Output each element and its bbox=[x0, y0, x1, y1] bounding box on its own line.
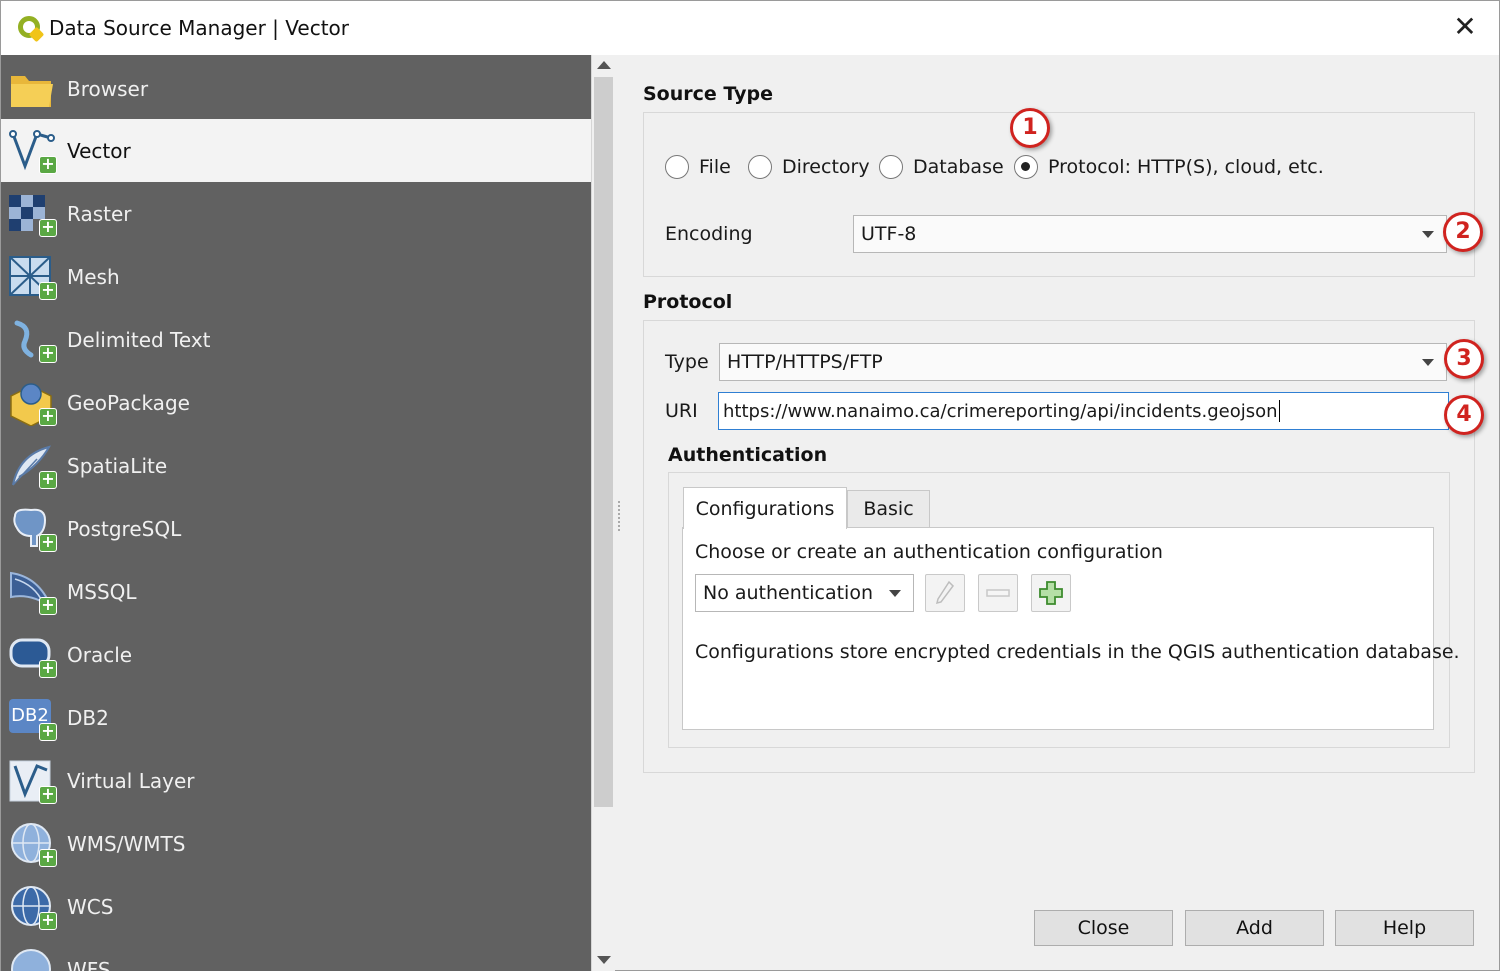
add-button[interactable]: Add bbox=[1185, 910, 1324, 946]
window-title: Data Source Manager | Vector bbox=[49, 16, 350, 40]
dialog-window: Data Source Manager | Vector ✕ Browser +… bbox=[0, 0, 1500, 971]
folder-icon bbox=[7, 66, 57, 112]
radio-circle bbox=[879, 155, 903, 179]
callout-badge-3: 3 bbox=[1444, 339, 1484, 379]
source-type-title: Source Type bbox=[643, 83, 773, 105]
encoding-label: Encoding bbox=[665, 223, 753, 245]
radio-protocol[interactable]: Protocol: HTTP(S), cloud, etc. bbox=[1014, 155, 1324, 179]
sidebar-item-postgresql[interactable]: + PostgreSQL bbox=[1, 497, 591, 560]
sidebar-item-delimited-text[interactable]: + Delimited Text bbox=[1, 308, 591, 371]
wfs-icon bbox=[7, 947, 57, 971]
delimited-text-icon: + bbox=[7, 317, 57, 363]
radio-circle-checked bbox=[1014, 155, 1038, 179]
title-bar: Data Source Manager | Vector ✕ bbox=[1, 1, 1499, 55]
sidebar-item-label: Raster bbox=[67, 201, 132, 226]
sidebar-scrollbar[interactable] bbox=[591, 55, 615, 971]
scroll-down-arrow-icon[interactable] bbox=[597, 956, 611, 964]
callout-badge-4: 4 bbox=[1444, 395, 1484, 435]
pencil-icon bbox=[935, 580, 954, 605]
type-label: Type bbox=[665, 351, 709, 373]
sidebar-item-label: Oracle bbox=[67, 642, 133, 667]
sidebar-item-label: Mesh bbox=[67, 264, 120, 289]
tab-basic[interactable]: Basic bbox=[847, 490, 930, 528]
raster-icon: + bbox=[7, 191, 57, 237]
add-config-button[interactable] bbox=[1031, 574, 1071, 612]
text-cursor bbox=[1278, 400, 1280, 422]
authentication-title: Authentication bbox=[668, 444, 828, 466]
radio-file[interactable]: File bbox=[665, 155, 731, 179]
sidebar-item-mesh[interactable]: + Mesh bbox=[1, 245, 591, 308]
auth-config-select[interactable]: No authentication bbox=[695, 574, 914, 612]
sidebar-item-label: WFS bbox=[67, 957, 111, 971]
sidebar-item-label: Vector bbox=[67, 138, 131, 163]
postgresql-icon: + bbox=[7, 506, 57, 552]
sidebar-item-wms-wmts[interactable]: + WMS/WMTS bbox=[1, 812, 591, 875]
sidebar-item-wfs[interactable]: WFS bbox=[1, 938, 591, 971]
sidebar-item-virtual-layer[interactable]: + Virtual Layer bbox=[1, 749, 591, 812]
sidebar-item-label: MSSQL bbox=[67, 579, 137, 604]
sidebar-item-geopackage[interactable]: + GeoPackage bbox=[1, 371, 591, 434]
remove-config-button[interactable] bbox=[978, 574, 1018, 612]
sidebar-item-label: Browser bbox=[67, 76, 149, 101]
scrollbar-thumb[interactable] bbox=[594, 77, 613, 807]
radio-database[interactable]: Database bbox=[879, 155, 1004, 179]
mssql-icon: + bbox=[7, 569, 57, 615]
auth-prompt: Choose or create an authentication confi… bbox=[695, 541, 1163, 563]
sidebar-item-label: SpatiaLite bbox=[67, 453, 168, 478]
close-window-button[interactable]: ✕ bbox=[1449, 11, 1481, 43]
auth-note: Configurations store encrypted credentia… bbox=[695, 641, 1460, 663]
scroll-up-arrow-icon[interactable] bbox=[597, 61, 611, 69]
sidebar-item-raster[interactable]: + Raster bbox=[1, 182, 591, 245]
vector-icon: + bbox=[7, 128, 57, 174]
oracle-icon: + bbox=[7, 632, 57, 678]
sidebar-item-mssql[interactable]: + MSSQL bbox=[1, 560, 591, 623]
edit-config-button[interactable] bbox=[925, 574, 965, 612]
geopackage-icon: + bbox=[7, 380, 57, 427]
chevron-down-icon bbox=[1422, 359, 1434, 366]
source-sidebar: Browser + Vector + Raster + Mesh + Delim… bbox=[1, 55, 591, 971]
close-button[interactable]: Close bbox=[1034, 910, 1173, 946]
sidebar-item-label: WMS/WMTS bbox=[67, 831, 186, 856]
chevron-down-icon bbox=[1422, 231, 1434, 238]
qgis-logo-icon bbox=[17, 15, 45, 43]
radio-circle bbox=[748, 155, 772, 179]
splitter-handle[interactable] bbox=[618, 501, 621, 531]
sidebar-item-label: DB2 bbox=[67, 705, 109, 730]
callout-badge-1: 1 bbox=[1010, 108, 1050, 148]
uri-label: URI bbox=[665, 400, 698, 422]
wcs-icon: + bbox=[7, 884, 57, 930]
sidebar-item-label: PostgreSQL bbox=[67, 516, 182, 541]
sidebar-item-wcs[interactable]: + WCS bbox=[1, 875, 591, 938]
protocol-type-select[interactable]: HTTP/HTTPS/FTP bbox=[719, 343, 1447, 381]
radio-circle bbox=[665, 155, 689, 179]
sidebar-item-oracle[interactable]: + Oracle bbox=[1, 623, 591, 686]
sidebar-item-browser[interactable]: Browser bbox=[1, 57, 591, 120]
sidebar-item-label: GeoPackage bbox=[67, 390, 190, 415]
db2-icon: DB2 + bbox=[7, 695, 57, 741]
spatialite-icon: + bbox=[7, 443, 57, 489]
plus-icon bbox=[1039, 581, 1063, 605]
virtual-layer-icon: + bbox=[7, 758, 57, 804]
help-button[interactable]: Help bbox=[1335, 910, 1474, 946]
wms-icon: + bbox=[7, 821, 57, 867]
uri-input[interactable]: https://www.nanaimo.ca/crimereporting/ap… bbox=[718, 392, 1449, 430]
sidebar-item-label: WCS bbox=[67, 894, 114, 919]
sidebar-item-label: Virtual Layer bbox=[67, 768, 195, 793]
minus-icon bbox=[986, 589, 1010, 597]
protocol-title: Protocol bbox=[643, 291, 733, 313]
chevron-down-icon bbox=[889, 590, 901, 597]
callout-badge-2: 2 bbox=[1443, 212, 1483, 252]
sidebar-item-vector[interactable]: + Vector bbox=[1, 119, 591, 182]
sidebar-item-db2[interactable]: DB2 + DB2 bbox=[1, 686, 591, 749]
mesh-icon: + bbox=[7, 254, 57, 300]
sidebar-item-label: Delimited Text bbox=[67, 327, 211, 352]
sidebar-item-spatialite[interactable]: + SpatiaLite bbox=[1, 434, 591, 497]
radio-directory[interactable]: Directory bbox=[748, 155, 870, 179]
tab-configurations[interactable]: Configurations bbox=[683, 487, 847, 529]
encoding-select[interactable]: UTF-8 bbox=[853, 215, 1447, 253]
